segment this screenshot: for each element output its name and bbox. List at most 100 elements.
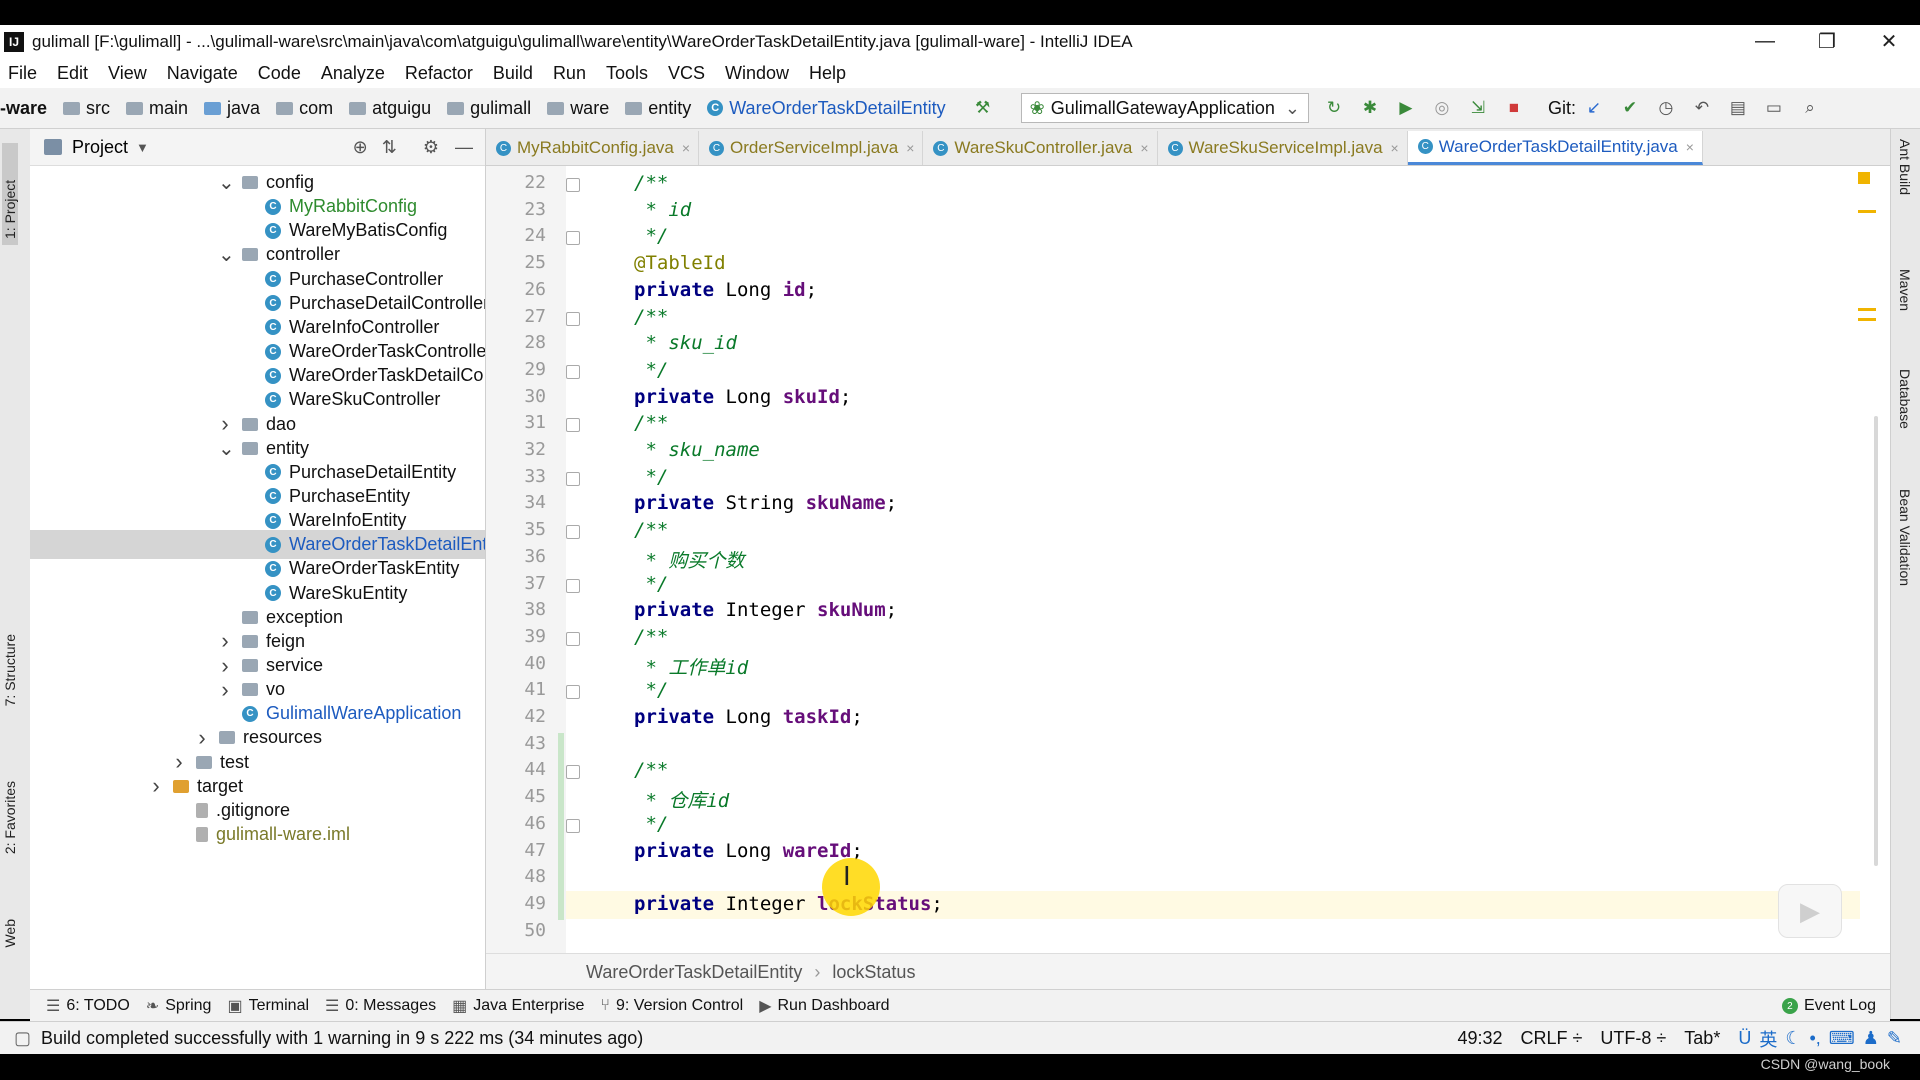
- fold-marker-icon[interactable]: [566, 525, 580, 540]
- run-config-select[interactable]: ❀ GulimallGatewayApplication ⌄: [1020, 93, 1309, 123]
- code-line[interactable]: private Long taskId;: [634, 706, 863, 728]
- code-line[interactable]: */: [634, 573, 668, 595]
- file-encoding[interactable]: UTF-8 ÷: [1600, 1028, 1666, 1049]
- attach-debugger-icon[interactable]: ⇲: [1469, 99, 1487, 117]
- menu-tools[interactable]: Tools: [606, 63, 648, 84]
- code-line[interactable]: * id: [634, 199, 691, 221]
- ime-indicator[interactable]: Ü 英 ☾ •, ⌨ ♟ ✎: [1738, 1026, 1910, 1052]
- tab-structure[interactable]: 7: Structure: [2, 634, 18, 706]
- profile-icon[interactable]: ◎: [1433, 99, 1451, 117]
- editor-tab[interactable]: C WareOrderTaskDetailEntity.java ×: [1407, 131, 1703, 165]
- status-message[interactable]: Build completed successfully with 1 warn…: [41, 1028, 643, 1049]
- debug-icon[interactable]: ✱: [1361, 99, 1379, 117]
- tab-bean-validation[interactable]: Bean Validation: [1897, 489, 1913, 586]
- fold-marker-icon[interactable]: [566, 418, 580, 433]
- fold-marker-icon[interactable]: [566, 231, 580, 246]
- menu-refactor[interactable]: Refactor: [405, 63, 473, 84]
- locate-icon[interactable]: ⊕: [353, 137, 368, 158]
- code-line[interactable]: private Long wareId;: [634, 840, 863, 862]
- nav-crumb-module[interactable]: -ware: [0, 98, 47, 119]
- project-panel-title[interactable]: Project: [72, 137, 128, 158]
- revert-icon[interactable]: ↶: [1693, 99, 1711, 117]
- code-line[interactable]: */: [634, 359, 668, 381]
- editor-tab[interactable]: C OrderServiceImpl.java ×: [699, 131, 924, 165]
- menu-edit[interactable]: Edit: [57, 63, 88, 84]
- build-hammer-icon[interactable]: ⚒: [974, 99, 992, 117]
- gear-icon[interactable]: ⚙: [423, 137, 439, 158]
- tab-ant-build[interactable]: Ant Build: [1897, 139, 1913, 195]
- nav-crumb-entity[interactable]: entity: [615, 98, 691, 119]
- code-line[interactable]: */: [634, 225, 668, 247]
- nav-crumb-atguigu[interactable]: atguigu: [339, 98, 431, 119]
- close-tab-icon[interactable]: ×: [682, 140, 690, 156]
- fold-marker-icon[interactable]: [566, 765, 580, 780]
- status-toggle-icon[interactable]: ▢: [14, 1028, 31, 1049]
- code-line[interactable]: /**: [634, 759, 668, 781]
- project-structure-icon[interactable]: ▤: [1729, 99, 1747, 117]
- git-update-icon[interactable]: ↙: [1585, 99, 1603, 117]
- hide-panel-icon[interactable]: —: [455, 137, 473, 158]
- close-tab-icon[interactable]: ×: [906, 140, 914, 156]
- breadcrumb-class[interactable]: WareOrderTaskDetailEntity: [586, 962, 802, 983]
- tab-web[interactable]: Web: [2, 919, 18, 948]
- error-stripe-mark[interactable]: [1858, 210, 1876, 213]
- code-line[interactable]: * sku_name: [634, 439, 759, 461]
- tree-item[interactable]: gulimall-ware.iml: [30, 820, 485, 849]
- code-line[interactable]: */: [634, 679, 668, 701]
- nav-crumb-java[interactable]: java: [194, 98, 260, 119]
- code-line[interactable]: * 工作单id: [634, 653, 748, 680]
- error-stripe-mark[interactable]: [1858, 308, 1876, 311]
- tab-database[interactable]: Database: [1897, 369, 1913, 429]
- nav-crumb-src[interactable]: src: [53, 98, 110, 119]
- code-line[interactable]: /**: [634, 412, 668, 434]
- inspection-warning-icon[interactable]: [1858, 172, 1870, 184]
- caret-position[interactable]: 49:32: [1457, 1028, 1502, 1049]
- code-line[interactable]: /**: [634, 519, 668, 541]
- tab-project[interactable]: 1: Project: [2, 143, 18, 245]
- layout-icon[interactable]: ▭: [1765, 99, 1783, 117]
- menu-code[interactable]: Code: [258, 63, 301, 84]
- close-tab-icon[interactable]: ×: [1686, 139, 1694, 155]
- code-editor[interactable]: 22 /** 23 * id 24 */ 25 @TableId 26 private Lon…: [486, 166, 1890, 953]
- collapse-all-icon[interactable]: ⇅: [382, 137, 397, 158]
- breadcrumb-field[interactable]: lockStatus: [832, 962, 915, 983]
- tool-window-button[interactable]: ⑂ 9: Version Control: [600, 997, 743, 1015]
- menu-window[interactable]: Window: [725, 63, 789, 84]
- code-line[interactable]: private Integer skuNum;: [634, 599, 897, 621]
- fold-marker-icon[interactable]: [566, 364, 580, 379]
- event-log-button[interactable]: 2 Event Log: [1781, 997, 1876, 1015]
- tool-window-button[interactable]: ☰ 6: TODO: [46, 996, 130, 1016]
- fold-marker-icon[interactable]: [566, 471, 580, 486]
- stop-icon[interactable]: ■: [1505, 99, 1523, 117]
- fold-marker-icon[interactable]: [566, 685, 580, 700]
- vcs-change-marker[interactable]: [558, 732, 564, 920]
- nav-crumb-com[interactable]: com: [266, 98, 333, 119]
- fold-marker-icon[interactable]: [566, 578, 580, 593]
- fold-marker-icon[interactable]: [566, 311, 580, 326]
- code-line[interactable]: @TableId: [634, 252, 726, 274]
- code-line[interactable]: private Integer lockStatus;: [634, 893, 943, 915]
- line-separator[interactable]: CRLF ÷: [1521, 1028, 1583, 1049]
- close-tab-icon[interactable]: ×: [1391, 140, 1399, 156]
- tab-maven[interactable]: Maven: [1897, 269, 1913, 311]
- nav-crumb-ware[interactable]: ware: [537, 98, 609, 119]
- search-icon[interactable]: ⌕: [1801, 99, 1819, 117]
- editor-scrollbar[interactable]: [1874, 416, 1878, 866]
- nav-crumb-gulimall[interactable]: gulimall: [437, 98, 531, 119]
- indent-setting[interactable]: Tab*: [1684, 1028, 1720, 1049]
- close-button[interactable]: ✕: [1858, 29, 1920, 54]
- tool-window-button[interactable]: ❧ Spring: [146, 996, 212, 1016]
- history-icon[interactable]: ◷: [1657, 99, 1675, 117]
- code-line[interactable]: */: [634, 813, 668, 835]
- code-line[interactable]: */: [634, 466, 668, 488]
- editor-tab[interactable]: C WareSkuController.java ×: [923, 131, 1158, 165]
- caret-down-icon[interactable]: ▼: [136, 140, 149, 155]
- rerun-icon[interactable]: ↻: [1325, 99, 1343, 117]
- tab-favorites[interactable]: 2: Favorites: [2, 781, 18, 854]
- menu-analyze[interactable]: Analyze: [321, 63, 385, 84]
- fold-marker-icon[interactable]: [566, 818, 580, 833]
- fold-marker-icon[interactable]: [566, 631, 580, 646]
- code-line[interactable]: /**: [634, 172, 668, 194]
- fold-marker-icon[interactable]: [566, 178, 580, 192]
- tool-window-button[interactable]: ▦ Java Enterprise: [452, 996, 584, 1016]
